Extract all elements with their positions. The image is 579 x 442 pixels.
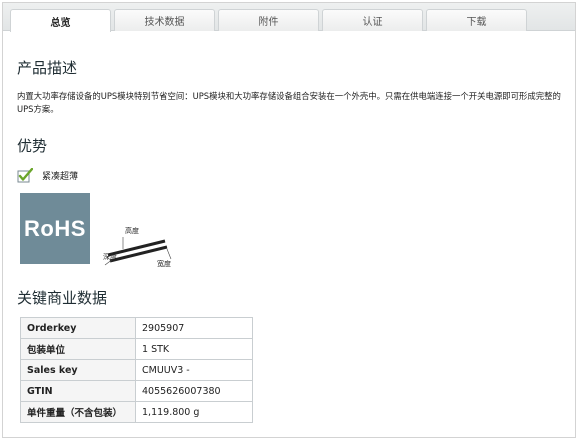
key-data-table: Orderkey 2905907 包装单位 1 STK Sales key CM… <box>20 317 253 423</box>
value-cell: 1 STK <box>135 338 253 360</box>
dim-height-label: 高度 <box>125 226 139 235</box>
tab-downloads[interactable]: 下载 <box>426 9 527 31</box>
description-text: 内置大功率存储设备的UPS模块特别节省空间：UPS模块和大功率存储设备组合安装在… <box>17 91 561 114</box>
table-row: GTIN 4055626007380 <box>20 380 253 402</box>
rohs-logo: RoHS <box>20 193 90 264</box>
value-cell: 1,119.800 g <box>135 401 253 423</box>
advantage-label: 紧凑超薄 <box>42 172 79 182</box>
value-cell: 4055626007380 <box>135 380 253 402</box>
dim-depth-label: 深度 <box>103 252 117 261</box>
advantage-item: 紧凑超薄 <box>17 168 78 183</box>
table-row: 单件重量（不含包装） 1,119.800 g <box>20 401 253 423</box>
table-row: Sales key CMUUV3 - <box>20 359 253 381</box>
tab-bar: 总览 技术数据 附件 认证 下载 <box>3 3 575 32</box>
tab-certification[interactable]: 认证 <box>322 9 423 31</box>
key-cell: Orderkey <box>20 317 136 339</box>
advantages-heading: 优势 <box>17 137 48 155</box>
check-icon <box>17 168 33 183</box>
value-cell: CMUUV3 - <box>135 359 253 381</box>
tab-overview[interactable]: 总览 <box>10 9 111 32</box>
value-cell: 2905907 <box>135 317 253 339</box>
key-data-heading: 关键商业数据 <box>17 289 108 307</box>
table-row: 包装单位 1 STK <box>20 338 253 360</box>
dim-width-label: 宽度 <box>157 259 171 267</box>
description-heading: 产品描述 <box>17 59 78 77</box>
key-cell: Sales key <box>20 359 136 381</box>
tab-accessories[interactable]: 附件 <box>218 9 319 31</box>
key-cell: GTIN <box>20 380 136 402</box>
table-row: Orderkey 2905907 <box>20 317 253 339</box>
tab-technical-data[interactable]: 技术数据 <box>114 9 215 31</box>
dimension-diagram: 高度 深度 宽度 <box>103 226 172 267</box>
key-cell: 单件重量（不含包装） <box>20 401 136 423</box>
product-panel: 总览 技术数据 附件 认证 下载 产品描述 内置大功率存储设备的UPS模块特别节… <box>2 2 576 438</box>
key-cell: 包装单位 <box>20 338 136 360</box>
